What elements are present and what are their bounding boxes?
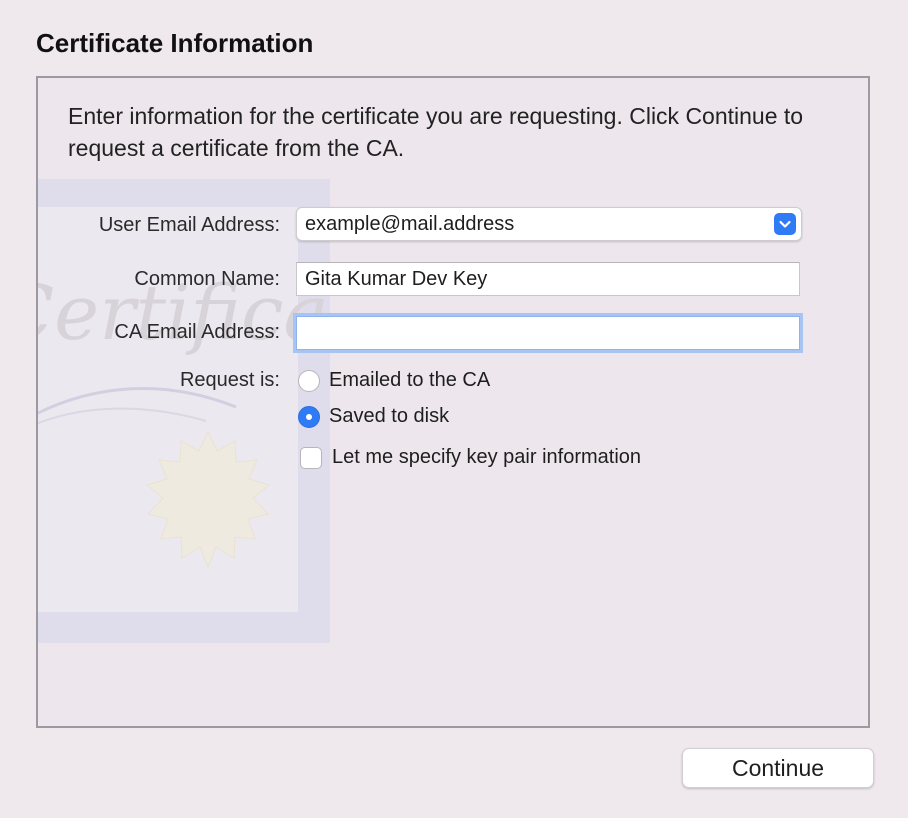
saved-to-disk-radio[interactable] bbox=[298, 406, 320, 428]
intro-text: Enter information for the certificate yo… bbox=[68, 103, 804, 161]
common-name-label: Common Name: bbox=[134, 268, 280, 290]
key-pair-label[interactable]: Let me specify key pair information bbox=[332, 446, 641, 469]
user-email-label: User Email Address: bbox=[98, 214, 280, 236]
user-email-value: example@mail.address bbox=[305, 213, 515, 235]
saved-to-disk-label[interactable]: Saved to disk bbox=[329, 405, 449, 428]
certificate-form-panel: Certificate Enter information for the ce… bbox=[36, 76, 870, 728]
ca-email-field[interactable] bbox=[296, 316, 800, 350]
certificate-background-icon: Certificate bbox=[38, 179, 330, 643]
key-pair-checkbox[interactable] bbox=[300, 447, 322, 469]
request-is-label: Request is: bbox=[179, 369, 280, 391]
emailed-to-ca-radio[interactable] bbox=[298, 370, 320, 392]
continue-button[interactable]: Continue bbox=[682, 748, 874, 788]
emailed-to-ca-label[interactable]: Emailed to the CA bbox=[329, 369, 490, 392]
page-title: Certificate Information bbox=[36, 28, 314, 58]
user-email-popup[interactable]: example@mail.address bbox=[296, 207, 802, 241]
common-name-value: Gita Kumar Dev Key bbox=[305, 268, 488, 290]
chevron-down-icon[interactable] bbox=[774, 213, 796, 235]
ca-email-label: CA Email Address: bbox=[114, 321, 280, 343]
common-name-field[interactable]: Gita Kumar Dev Key bbox=[296, 262, 800, 296]
